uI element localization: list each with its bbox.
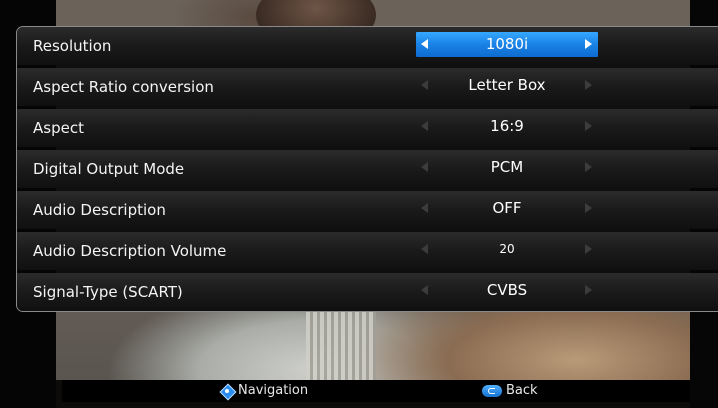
setting-value-selector[interactable]: OFF — [416, 196, 598, 221]
help-bar: Navigation Back — [62, 380, 690, 402]
arrow-right-icon[interactable] — [585, 203, 592, 213]
setting-value-selector[interactable]: CVBS — [416, 278, 598, 303]
navigation-hint-label: Navigation — [238, 383, 309, 398]
settings-panel: Resolution 1080i Aspect Ratio conversion… — [16, 26, 718, 312]
arrow-right-icon[interactable] — [585, 285, 592, 295]
return-back-icon — [482, 384, 502, 397]
setting-label: Audio Description Volume — [33, 242, 227, 260]
setting-row-digital-output-mode[interactable]: Digital Output Mode PCM — [17, 150, 718, 188]
arrow-right-icon[interactable] — [585, 39, 592, 49]
navigation-hint: Navigation — [220, 380, 308, 402]
setting-row-audio-description-volume[interactable]: Audio Description Volume 20 — [17, 232, 718, 270]
setting-label: Signal-Type (SCART) — [33, 283, 183, 301]
setting-value: Letter Box — [468, 76, 546, 94]
setting-row-aspect[interactable]: Aspect 16:9 — [17, 109, 718, 147]
setting-value: CVBS — [486, 281, 528, 299]
setting-value-selector[interactable]: 1080i — [416, 32, 598, 57]
arrow-right-icon[interactable] — [585, 244, 592, 254]
setting-label: Resolution — [33, 37, 112, 55]
setting-label: Aspect Ratio conversion — [33, 78, 214, 96]
setting-value: OFF — [492, 199, 522, 217]
setting-value: 20 — [499, 242, 515, 256]
setting-value: 1080i — [485, 35, 529, 53]
setting-label: Digital Output Mode — [33, 160, 185, 178]
dpad-navigation-icon — [220, 384, 234, 398]
setting-value-selector[interactable]: 20 — [416, 237, 598, 262]
setting-value: 16:9 — [490, 117, 524, 135]
setting-label: Audio Description — [33, 201, 166, 219]
setting-label: Aspect — [33, 119, 84, 137]
arrow-right-icon[interactable] — [585, 121, 592, 131]
setting-row-resolution[interactable]: Resolution 1080i — [17, 27, 718, 65]
arrow-right-icon[interactable] — [585, 162, 592, 172]
setting-row-audio-description[interactable]: Audio Description OFF — [17, 191, 718, 229]
setting-value-selector[interactable]: 16:9 — [416, 114, 598, 139]
setting-value-selector[interactable]: Letter Box — [416, 73, 598, 98]
setting-row-signal-type-scart[interactable]: Signal-Type (SCART) CVBS — [17, 273, 718, 311]
setting-value-selector[interactable]: PCM — [416, 155, 598, 180]
arrow-right-icon[interactable] — [585, 80, 592, 90]
back-hint[interactable]: Back — [482, 380, 538, 402]
setting-row-aspect-ratio-conversion[interactable]: Aspect Ratio conversion Letter Box — [17, 68, 718, 106]
setting-value: PCM — [490, 158, 524, 176]
back-hint-label: Back — [506, 383, 538, 398]
video-radiator — [306, 310, 376, 380]
